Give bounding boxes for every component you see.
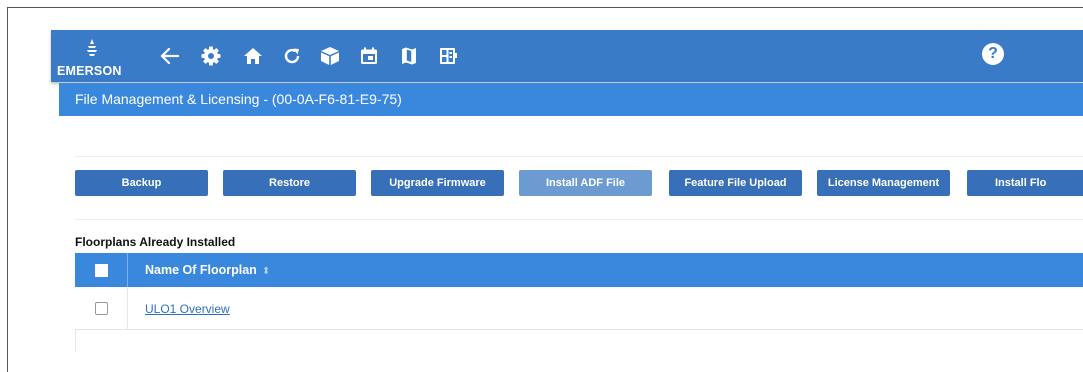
map-icon[interactable] — [397, 44, 421, 68]
license-management-button[interactable]: License Management — [817, 170, 950, 196]
select-all-checkbox[interactable] — [95, 264, 108, 277]
floorplan-link[interactable]: ULO1 Overview — [145, 302, 230, 316]
refresh-icon[interactable] — [280, 44, 304, 68]
brand-name: EMERSON — [57, 64, 122, 78]
help-icon[interactable]: ? — [982, 43, 1004, 65]
column-separator — [127, 253, 128, 287]
backup-button[interactable]: Backup — [75, 170, 208, 196]
emerson-logo[interactable]: EMERSON — [57, 38, 127, 78]
upgrade-firmware-button[interactable]: Upgrade Firmware — [371, 170, 504, 196]
gear-icon[interactable] — [199, 44, 223, 68]
section-title: Floorplans Already Installed — [75, 235, 236, 249]
divider — [75, 219, 1083, 220]
install-adf-file-button[interactable]: Install ADF File — [519, 170, 652, 196]
column-separator — [127, 288, 128, 330]
page-header: File Management & Licensing - (00-0A-F6-… — [59, 83, 1083, 116]
cube-icon[interactable] — [318, 44, 342, 68]
sort-icon[interactable]: ⬍ — [262, 266, 270, 277]
divider — [75, 156, 1083, 157]
top-navigation-bar: EMERSON ? — [51, 30, 1083, 82]
table-header: Name Of Floorplan ⬍ — [75, 253, 1083, 287]
row-checkbox[interactable] — [95, 302, 108, 315]
install-floorplan-button[interactable]: Install Flo — [967, 170, 1083, 196]
calendar-icon[interactable] — [357, 44, 381, 68]
dashboard-icon[interactable] — [436, 44, 460, 68]
home-icon[interactable] — [241, 44, 265, 68]
feature-file-upload-button[interactable]: Feature File Upload — [669, 170, 802, 196]
table-row: ULO1 Overview — [75, 288, 1083, 330]
restore-button[interactable]: Restore — [223, 170, 356, 196]
table-border — [75, 330, 76, 352]
emerson-logo-mark-icon — [87, 39, 97, 56]
page-title: File Management & Licensing - (00-0A-F6-… — [75, 91, 402, 107]
column-header-label: Name Of Floorplan — [145, 263, 257, 277]
back-arrow-icon[interactable] — [158, 44, 182, 68]
column-header-name[interactable]: Name Of Floorplan ⬍ — [145, 263, 270, 277]
